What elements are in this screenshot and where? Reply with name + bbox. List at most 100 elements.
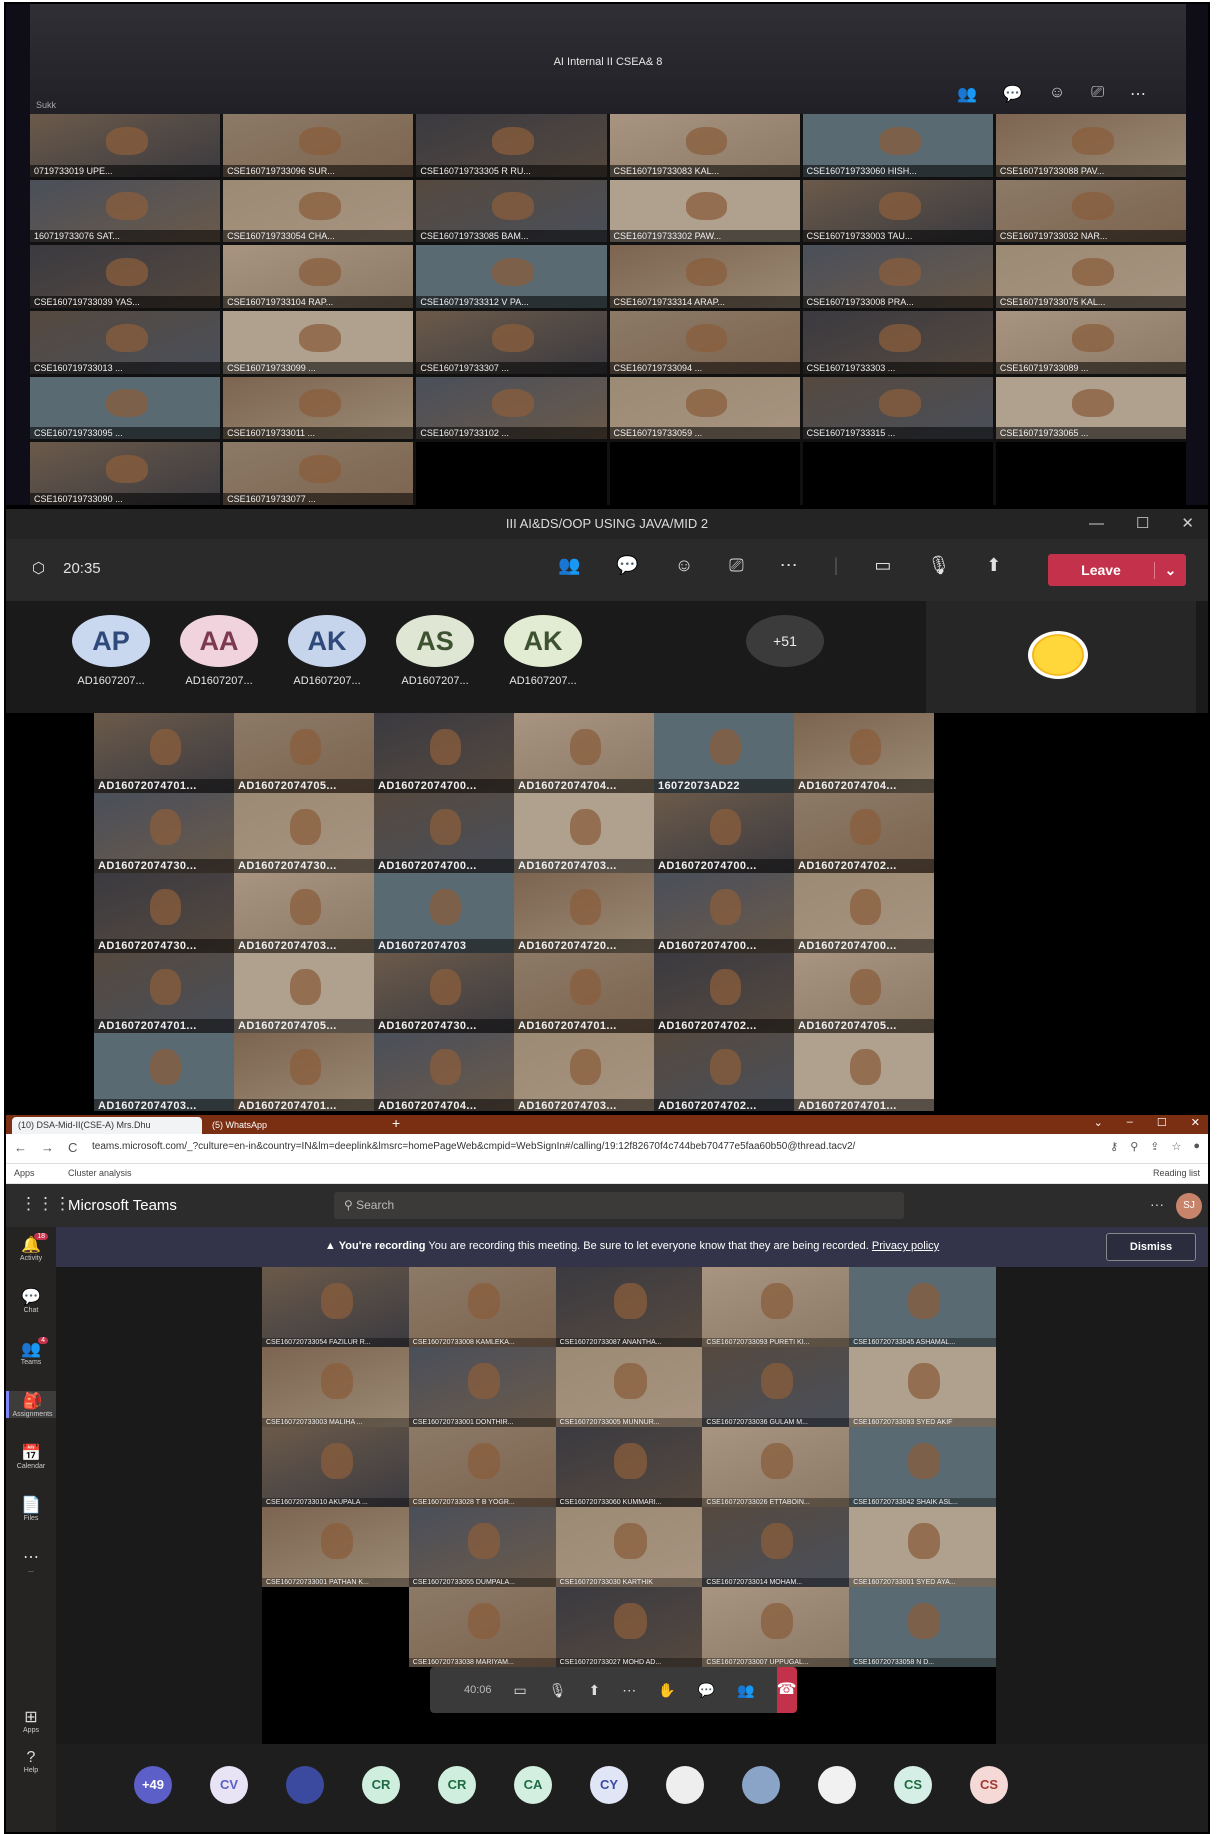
participant-video-tile[interactable]: AD16072074702... (654, 953, 794, 1033)
search-input[interactable]: ⚲ Search (334, 1192, 904, 1219)
participant-video-tile[interactable]: CSE160719733303 ... (802, 311, 993, 374)
participant-avatar[interactable] (818, 1766, 856, 1804)
participant-video-tile[interactable]: AD16072074700... (654, 793, 794, 873)
participant-avatar[interactable]: CS (970, 1766, 1008, 1804)
participant-video-tile[interactable]: AD16072074703 (374, 873, 514, 953)
participant-video-tile[interactable]: CSE160719733077 ... (223, 442, 414, 505)
participant-avatar[interactable]: AK AD1607207... (488, 615, 598, 687)
url-field[interactable]: teams.microsoft.com/_?culture=en-in&coun… (92, 1141, 855, 1152)
people-icon[interactable]: 👥 (957, 84, 977, 104)
microphone-icon[interactable]: 🎙 (927, 555, 950, 576)
participant-video-tile[interactable]: AD16072074704... (794, 713, 934, 793)
participant-video-tile[interactable]: AD16072074720... (514, 873, 654, 953)
participant-video-tile[interactable] (262, 1587, 409, 1667)
participant-avatar[interactable]: CY (590, 1766, 628, 1804)
participant-video-tile[interactable]: AD16072074701... (94, 713, 234, 793)
maximize-icon[interactable]: ☐ (1157, 1116, 1167, 1129)
participant-avatar[interactable] (286, 1766, 324, 1804)
participant-video-tile[interactable]: AD16072074701... (234, 1033, 374, 1111)
participant-video-tile[interactable]: CSE160719733312 V PA... (416, 245, 607, 308)
participant-video-tile[interactable]: AD16072074730... (374, 953, 514, 1033)
bookmark-cluster-analysis[interactable]: Cluster analysis (68, 1168, 132, 1178)
participant-avatar[interactable] (742, 1766, 780, 1804)
maximize-icon[interactable]: ☐ (1136, 509, 1149, 539)
more-icon[interactable]: ⋯ (622, 1682, 636, 1699)
star-icon[interactable]: ☆ (1171, 1140, 1181, 1153)
participant-video-tile[interactable]: 160719733076 SAT... (30, 179, 221, 243)
rail-item[interactable]: 📄 Files (6, 1495, 56, 1522)
participant-video-tile[interactable]: CSE160720733058 N D... (849, 1587, 996, 1667)
participant-video-tile[interactable]: AD16072074730... (94, 873, 234, 953)
participant-video-tile[interactable]: AD16072074701... (794, 1033, 934, 1111)
participant-video-tile[interactable]: CSE160720733045 ASHAMAL... (849, 1267, 996, 1347)
share-screen-icon[interactable]: ⬆ (986, 555, 1001, 576)
zoom-icon[interactable]: ⚲ (1130, 1140, 1138, 1153)
new-tab-icon[interactable]: + (392, 1115, 400, 1131)
participant-avatar[interactable]: CS (894, 1766, 932, 1804)
minimize-icon[interactable]: – (1127, 1116, 1133, 1129)
participant-video-tile[interactable]: CSE160720733038 MARIYAM... (408, 1587, 556, 1667)
participant-video-tile[interactable]: CSE160719733003 TAU... (802, 179, 993, 243)
participant-video-tile[interactable]: AD16072074704... (514, 713, 654, 793)
participant-avatar[interactable]: CR (362, 1766, 400, 1804)
participant-video-tile[interactable]: CSE160719733060 HISH... (802, 114, 993, 177)
participant-avatar[interactable] (666, 1766, 704, 1804)
participant-avatar[interactable]: AA AD1607207... (164, 615, 274, 687)
chat-icon[interactable]: 💬 (616, 555, 638, 576)
participant-video-tile[interactable]: AD16072074703... (94, 1033, 234, 1111)
tab-teams[interactable]: (10) DSA-Mid-II(CSE-A) Mrs.Dhu (12, 1117, 202, 1134)
participant-video-tile[interactable]: CSE160720733026 ETTABOIN... (702, 1427, 850, 1507)
forward-icon[interactable]: → (41, 1140, 54, 1155)
close-icon[interactable]: ✕ (1181, 509, 1194, 539)
reading-list[interactable]: Reading list (1153, 1168, 1200, 1178)
participant-video-tile[interactable]: CSE160719733011 ... (223, 376, 414, 440)
participant-video-tile[interactable] (802, 442, 993, 505)
rail-item[interactable]: 📅 Calendar (6, 1443, 56, 1470)
participant-video-tile[interactable] (995, 442, 1186, 505)
participant-video-tile[interactable]: AD16072074730... (94, 793, 234, 873)
chevron-down-icon[interactable]: ⌄ (1154, 561, 1186, 579)
participant-video-tile[interactable]: AD16072074703... (234, 873, 374, 953)
participant-video-tile[interactable]: 0719733019 UPE... (30, 114, 221, 177)
participant-video-tile[interactable]: CSE160720733036 GULAM M... (702, 1347, 850, 1427)
more-icon[interactable]: ⋯ (1130, 84, 1146, 104)
participant-video-tile[interactable]: CSE160719733099 ... (223, 311, 414, 374)
participant-video-tile[interactable]: CSE160720733005 MUNNUR... (555, 1347, 703, 1427)
back-icon[interactable]: ← (14, 1140, 27, 1155)
chat-icon[interactable]: 💬 (1003, 84, 1023, 104)
participant-video-tile[interactable]: CSE160719733008 PRA... (802, 245, 993, 308)
participant-video-tile[interactable]: CSE160719733096 SUR... (223, 114, 414, 177)
share-screen-icon[interactable]: ⬆ (589, 1682, 601, 1699)
participant-avatar[interactable]: AP AD1607207... (56, 615, 166, 687)
participant-video-tile[interactable]: AD16072074701... (514, 953, 654, 1033)
mic-off-icon[interactable]: 🎙 (549, 1682, 567, 1699)
app-launcher-icon[interactable]: ⋮⋮⋮ (20, 1194, 71, 1214)
participant-video-tile[interactable]: CSE160719733094 ... (609, 311, 800, 374)
leave-button[interactable]: Leave ⌄ (1048, 554, 1186, 586)
participant-video-tile[interactable]: CSE160719733095 ... (30, 376, 221, 440)
participant-video-tile[interactable]: CSE160720733027 MOHD AD... (555, 1587, 703, 1667)
participant-video-tile[interactable]: CSE160719733302 PAW... (609, 179, 800, 243)
participant-video-tile[interactable]: CSE160720733042 SHAIK ASL... (849, 1427, 996, 1507)
participant-video-tile[interactable]: CSE160719733054 CHA... (223, 179, 414, 243)
rooms-icon[interactable]: ⎚ (729, 555, 743, 576)
participant-video-tile[interactable]: AD16072074703... (514, 793, 654, 873)
participant-avatar[interactable]: CA (514, 1766, 552, 1804)
participant-video-tile[interactable]: CSE160720733010 AKUPALA ... (262, 1427, 409, 1507)
participant-video-tile[interactable]: AD16072074705... (794, 953, 934, 1033)
participant-video-tile[interactable]: CSE160719733104 RAP... (223, 245, 414, 308)
camera-off-icon[interactable]: ▭ (874, 555, 891, 576)
participant-video-tile[interactable]: CSE160719733083 KAL... (609, 114, 800, 177)
participant-video-tile[interactable]: AD16072074701... (94, 953, 234, 1033)
participant-video-tile[interactable]: CSE160720733087 ANANTHA... (555, 1267, 703, 1347)
share-icon[interactable]: ⎚ (1091, 84, 1104, 104)
rail-item[interactable]: ⊞ Apps (6, 1707, 56, 1734)
camera-off-icon[interactable]: ▭ (514, 1682, 527, 1699)
minimize-icon[interactable]: — (1089, 509, 1104, 539)
rail-item[interactable]: 💬 Chat (6, 1287, 56, 1314)
rail-item[interactable]: ? Help (6, 1749, 56, 1774)
participant-video-tile[interactable]: CSE160719733013 ... (30, 311, 221, 374)
participant-video-tile[interactable]: AD16072074700... (794, 873, 934, 953)
key-icon[interactable]: ⚷ (1110, 1140, 1118, 1153)
participant-video-tile[interactable]: CSE160719733305 R RU... (416, 114, 607, 177)
